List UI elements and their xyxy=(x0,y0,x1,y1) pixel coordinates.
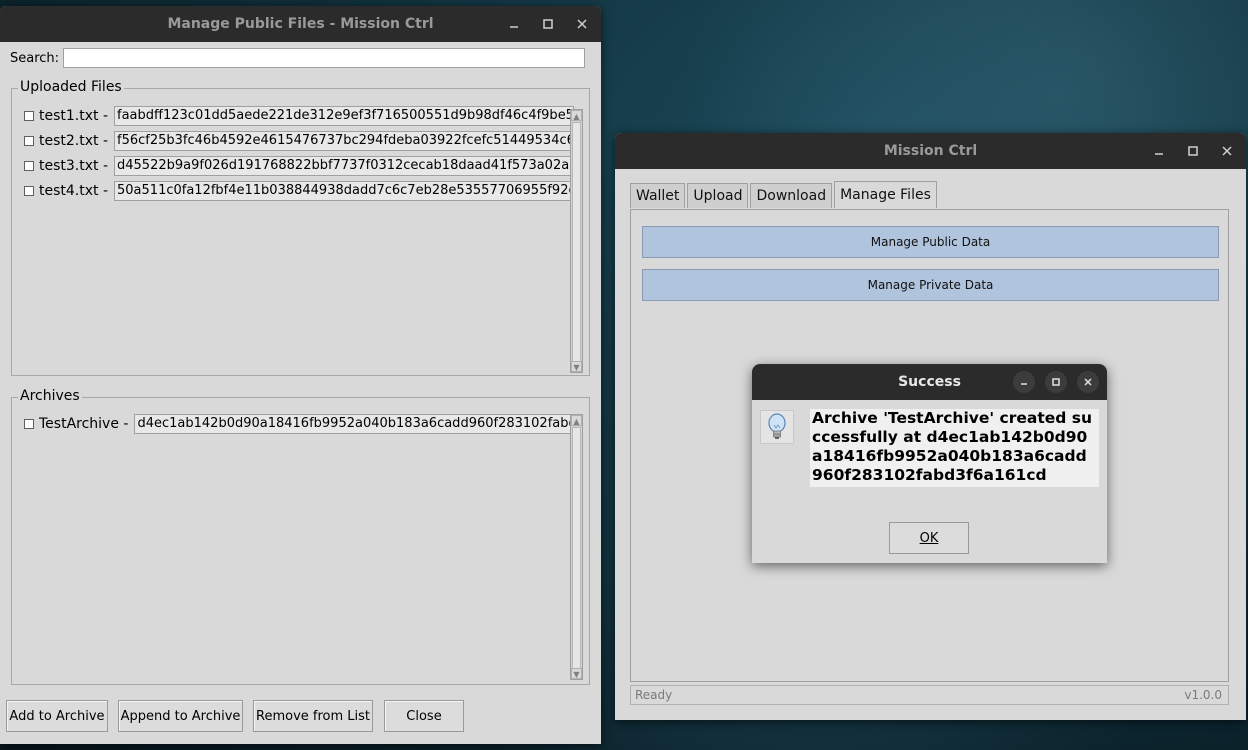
scroll-down-icon[interactable]: ▼ xyxy=(571,361,582,372)
minimize-icon[interactable] xyxy=(1148,140,1170,162)
tab-download[interactable]: Download xyxy=(750,183,833,208)
version-label: v1.0.0 xyxy=(1184,688,1222,702)
close-icon[interactable] xyxy=(1216,140,1238,162)
remove-from-list-button[interactable]: Remove from List xyxy=(253,700,373,732)
dialog-message: Archive 'TestArchive' created successful… xyxy=(810,409,1099,487)
file-hash-field[interactable]: f56cf25b3fc46b4592e4615476737bc294fdeba0… xyxy=(114,131,575,151)
file-checkbox[interactable] xyxy=(24,161,34,171)
search-input[interactable] xyxy=(63,48,586,68)
scroll-up-icon[interactable]: ▲ xyxy=(571,110,582,121)
main-tabs: Wallet Upload Download Manage Files xyxy=(630,181,939,208)
file-name: test1.txt - xyxy=(39,108,109,124)
files-window-title: Manage Public Files - Mission Ctrl xyxy=(167,16,434,32)
files-window-titlebar[interactable]: Manage Public Files - Mission Ctrl xyxy=(0,6,601,42)
file-name: test4.txt - xyxy=(39,183,109,199)
minimize-icon[interactable] xyxy=(503,13,525,35)
manage-public-files-window: Manage Public Files - Mission Ctrl Searc… xyxy=(0,6,601,744)
lightbulb-icon xyxy=(760,410,794,444)
archive-checkbox[interactable] xyxy=(24,419,34,429)
file-checkbox[interactable] xyxy=(24,111,34,121)
close-icon[interactable] xyxy=(1077,371,1099,393)
file-hash-field[interactable]: d45522b9a9f026d191768822bbf7737f0312ceca… xyxy=(114,156,575,176)
file-name: test2.txt - xyxy=(39,133,109,149)
archives-scrollbar[interactable]: ▲ ▼ xyxy=(570,414,583,680)
maximize-icon[interactable] xyxy=(1045,371,1067,393)
list-item: test3.txt - d45522b9a9f026d191768822bbf7… xyxy=(24,156,575,176)
uploaded-files-scrollbar[interactable]: ▲ ▼ xyxy=(570,109,583,373)
maximize-icon[interactable] xyxy=(1182,140,1204,162)
search-row: Search: xyxy=(10,48,586,68)
archive-name: TestArchive - xyxy=(39,416,129,432)
status-bar: Ready v1.0.0 xyxy=(630,685,1229,705)
dialog-title: Success xyxy=(898,374,961,390)
scrollbar-thumb[interactable] xyxy=(572,427,581,669)
close-button[interactable]: Close xyxy=(384,700,464,732)
main-window-titlebar[interactable]: Mission Ctrl xyxy=(615,133,1246,169)
file-checkbox[interactable] xyxy=(24,186,34,196)
minimize-icon[interactable] xyxy=(1013,371,1035,393)
file-hash-field[interactable]: 50a511c0fa12fbf4e11b038844938dadd7c6c7eb… xyxy=(114,181,575,201)
append-to-archive-button[interactable]: Append to Archive xyxy=(118,700,243,732)
scroll-down-icon[interactable]: ▼ xyxy=(571,668,582,679)
manage-private-data-button[interactable]: Manage Private Data xyxy=(642,269,1219,301)
file-name: test3.txt - xyxy=(39,158,109,174)
status-text: Ready xyxy=(635,688,673,702)
list-item: test1.txt - faabdff123c01dd5aede221de312… xyxy=(24,106,575,126)
list-item: test2.txt - f56cf25b3fc46b4592e461547673… xyxy=(24,131,575,151)
close-icon[interactable] xyxy=(571,13,593,35)
uploaded-files-group: Uploaded Files test1.txt - faabdff123c01… xyxy=(11,79,590,376)
scroll-up-icon[interactable]: ▲ xyxy=(571,415,582,426)
list-item: test4.txt - 50a511c0fa12fbf4e11b03884493… xyxy=(24,181,575,201)
list-item: TestArchive - d4ec1ab142b0d90a18416fb995… xyxy=(24,414,573,434)
file-hash-field[interactable]: faabdff123c01dd5aede221de312e9ef3f716500… xyxy=(114,106,575,126)
tab-upload[interactable]: Upload xyxy=(687,183,749,208)
dialog-titlebar[interactable]: Success xyxy=(752,364,1107,400)
add-to-archive-button[interactable]: Add to Archive xyxy=(6,700,108,732)
uploaded-files-title: Uploaded Files xyxy=(18,79,124,95)
archive-hash-field[interactable]: d4ec1ab142b0d90a18416fb9952a040b183a6cad… xyxy=(134,414,573,434)
scrollbar-thumb[interactable] xyxy=(572,122,581,362)
success-dialog: Success Archive 'TestArchive' created su… xyxy=(752,364,1107,563)
search-label: Search: xyxy=(10,50,60,66)
maximize-icon[interactable] xyxy=(537,13,559,35)
main-window-title: Mission Ctrl xyxy=(883,143,978,159)
archives-title: Archives xyxy=(18,388,82,404)
ok-button-label: OK xyxy=(919,530,939,546)
manage-public-data-button[interactable]: Manage Public Data xyxy=(642,226,1219,258)
file-checkbox[interactable] xyxy=(24,136,34,146)
archives-group: Archives TestArchive - d4ec1ab142b0d90a1… xyxy=(11,388,590,685)
tab-wallet[interactable]: Wallet xyxy=(630,183,686,208)
ok-button[interactable]: OK xyxy=(889,522,969,554)
tab-manage-files[interactable]: Manage Files xyxy=(834,181,937,208)
